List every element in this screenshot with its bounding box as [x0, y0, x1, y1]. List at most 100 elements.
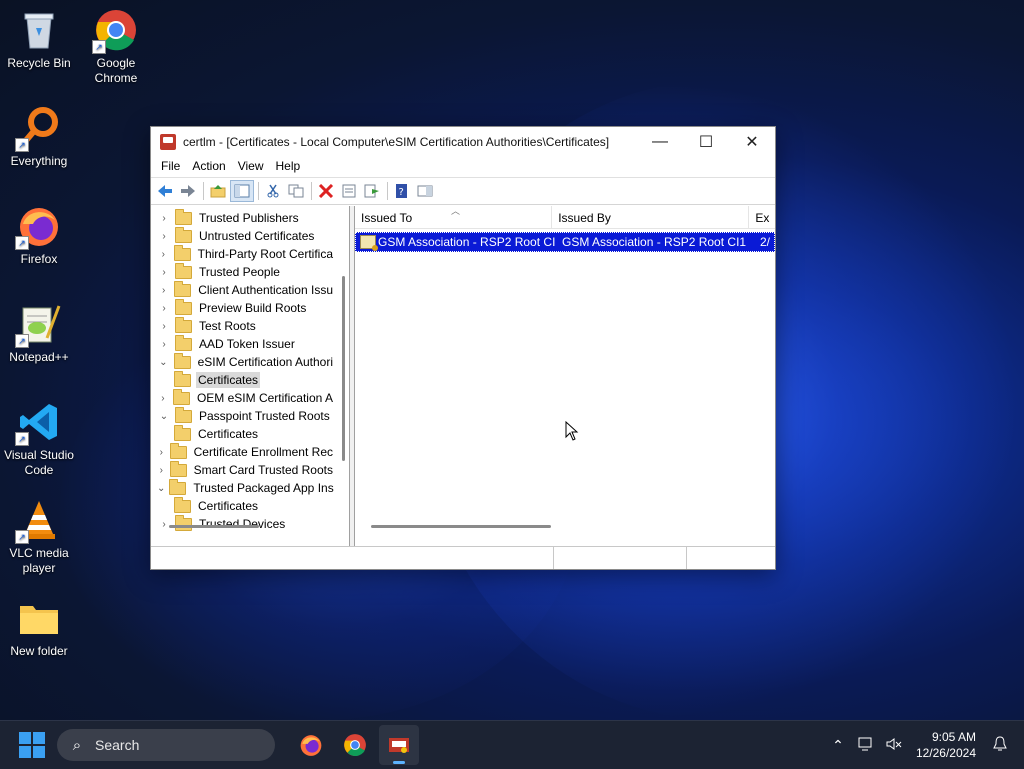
folder-icon	[169, 442, 187, 459]
expand-icon[interactable]: ›	[157, 231, 171, 242]
tree-vertical-scrollbar[interactable]	[342, 276, 345, 461]
certlm-window: certlm - [Certificates - Local Computer\…	[150, 126, 776, 570]
taskbar-chrome[interactable]	[335, 725, 375, 765]
expand-icon[interactable]: ›	[157, 447, 166, 458]
tree-item-test-roots[interactable]: › Test Roots	[151, 316, 335, 335]
tree-item-third-party-root[interactable]: › Third-Party Root Certifica	[151, 244, 335, 263]
expand-icon[interactable]: ›	[157, 285, 170, 296]
collapse-icon[interactable]: ⌄	[157, 411, 171, 422]
expand-icon[interactable]: ›	[157, 465, 166, 476]
clock[interactable]: 9:05 AM 12/26/2024	[916, 729, 976, 761]
status-pane-tertiary	[687, 547, 775, 569]
desktop-icon-vlc-media-player[interactable]: ↗ VLC media player	[1, 498, 77, 576]
menu-action[interactable]: Action	[186, 157, 231, 177]
tree-item-label: AAD Token Issuer	[199, 337, 295, 351]
desktop-icon-notepad-plus-plus[interactable]: ↗ Notepad++	[1, 302, 77, 365]
tree-item-label: Test Roots	[199, 319, 256, 333]
properties-icon[interactable]	[338, 181, 360, 201]
folder-icon	[175, 406, 192, 423]
back-icon[interactable]	[154, 181, 176, 201]
tree-item-label: Trusted Publishers	[199, 211, 299, 225]
minimize-button[interactable]: —	[637, 127, 683, 157]
delete-icon[interactable]	[315, 181, 337, 201]
expand-icon[interactable]: ›	[157, 321, 171, 332]
tree-horizontal-scrollbar[interactable]	[169, 525, 259, 528]
taskbar-search[interactable]: ⌕ Search	[57, 729, 275, 761]
tree-item-passpoint-certificates[interactable]: Certificates	[151, 424, 335, 443]
close-button[interactable]: ✕	[729, 127, 775, 157]
title-bar[interactable]: certlm - [Certificates - Local Computer\…	[151, 127, 775, 157]
desktop-icon-visual-studio-code[interactable]: ↗ Visual Studio Code	[1, 400, 77, 478]
cut-icon[interactable]	[262, 181, 284, 201]
network-icon[interactable]	[852, 737, 880, 754]
mouse-cursor-icon	[565, 421, 579, 441]
column-expiration[interactable]: Ex	[749, 206, 775, 228]
folder-icon	[172, 388, 190, 405]
toolbar-separator	[203, 182, 204, 200]
collapse-icon[interactable]: ⌄	[157, 483, 165, 494]
list-horizontal-scrollbar[interactable]	[371, 525, 551, 528]
volume-muted-icon[interactable]	[880, 737, 908, 754]
table-row[interactable]: GSM Association - RSP2 Root CI1 GSM Asso…	[355, 232, 775, 252]
tree-item-aad-token-issuer[interactable]: › AAD Token Issuer	[151, 334, 335, 353]
tree-item-trusted-publishers[interactable]: › Trusted Publishers	[151, 208, 335, 227]
toolbar: ?	[151, 177, 775, 205]
tree-item-esim-certification-authorities[interactable]: ⌄ eSIM Certification Authori	[151, 352, 335, 371]
show-action-pane-icon[interactable]	[414, 181, 436, 201]
folder-icon	[175, 208, 192, 225]
tree-item-trusted-packaged-app-installation[interactable]: ⌄ Trusted Packaged App Ins	[151, 478, 335, 497]
tree-item-label: Third-Party Root Certifica	[197, 247, 333, 261]
console-tree: › Trusted Publishers › Untrusted Certifica…	[151, 206, 350, 546]
tree-item-label: Trusted Packaged App Ins	[193, 481, 334, 495]
folder-icon	[174, 370, 191, 387]
show-hide-console-tree-icon[interactable]	[230, 180, 254, 202]
expand-icon[interactable]: ›	[157, 249, 170, 260]
menu-help[interactable]: Help	[270, 157, 307, 177]
collapse-icon[interactable]: ⌄	[157, 357, 170, 368]
expand-icon[interactable]: ›	[157, 213, 171, 224]
expand-icon[interactable]: ›	[157, 339, 171, 350]
expand-icon[interactable]: ›	[157, 267, 171, 278]
desktop-icon-recycle-bin[interactable]: Recycle Bin	[1, 8, 77, 71]
taskbar-certlm[interactable]	[379, 725, 419, 765]
desktop-icon-label: Recycle Bin	[7, 56, 71, 70]
menu-file[interactable]: File	[155, 157, 186, 177]
notifications-bell-icon[interactable]	[986, 735, 1014, 755]
taskbar: ⌕ Search ⌃ 9:05 AM 12/26/2024	[0, 720, 1024, 769]
tree-item-esim-certificates[interactable]: Certificates	[151, 370, 335, 389]
desktop-icon-label: Notepad++	[9, 350, 69, 364]
firefox-icon	[300, 735, 322, 756]
folder-icon	[175, 316, 192, 333]
expand-icon[interactable]: ›	[157, 303, 171, 314]
taskbar-firefox[interactable]	[291, 725, 331, 765]
start-button[interactable]	[19, 732, 45, 758]
tree-item-client-authentication-issuers[interactable]: › Client Authentication Issu	[151, 280, 335, 299]
forward-icon[interactable]	[177, 181, 199, 201]
tree-item-passpoint-trusted-roots[interactable]: ⌄ Passpoint Trusted Roots	[151, 406, 335, 425]
menu-view[interactable]: View	[232, 157, 270, 177]
show-hidden-icons-icon[interactable]: ⌃	[824, 737, 852, 754]
maximize-button[interactable]: ☐	[683, 127, 729, 157]
expand-icon[interactable]: ›	[157, 393, 169, 404]
folder-icon	[173, 352, 191, 369]
up-folder-icon[interactable]	[207, 181, 229, 201]
desktop-icon-firefox[interactable]: ↗ Firefox	[1, 204, 77, 267]
desktop-icon-google-chrome[interactable]: ↗ Google Chrome	[78, 8, 154, 86]
export-list-icon[interactable]	[361, 181, 383, 201]
tree-item-preview-build-roots[interactable]: › Preview Build Roots	[151, 298, 335, 317]
vscode-icon: ↗	[15, 400, 61, 446]
tree-item-trusted-people[interactable]: › Trusted People	[151, 262, 335, 281]
help-icon[interactable]: ?	[391, 181, 413, 201]
desktop-icon-everything[interactable]: ↗ Everything	[1, 106, 77, 169]
tree-item-trusted-devices[interactable]: › Trusted Devices	[151, 514, 335, 533]
tree-item-certificate-enrollment-requests[interactable]: › Certificate Enrollment Rec	[151, 442, 335, 461]
desktop-icon-new-folder[interactable]: New folder	[1, 596, 77, 659]
tree-item-oem-esim-certification-authorities[interactable]: › OEM eSIM Certification A	[151, 388, 335, 407]
tree-item-packaged-app-certificates[interactable]: Certificates	[151, 496, 335, 515]
status-pane-main	[151, 547, 554, 569]
tree-item-label: eSIM Certification Authori	[197, 355, 333, 369]
tree-item-smart-card-trusted-roots[interactable]: › Smart Card Trusted Roots	[151, 460, 335, 479]
tree-item-untrusted-certificates[interactable]: › Untrusted Certificates	[151, 226, 335, 245]
column-issued-by[interactable]: Issued By	[552, 206, 750, 228]
copy-icon[interactable]	[285, 181, 307, 201]
